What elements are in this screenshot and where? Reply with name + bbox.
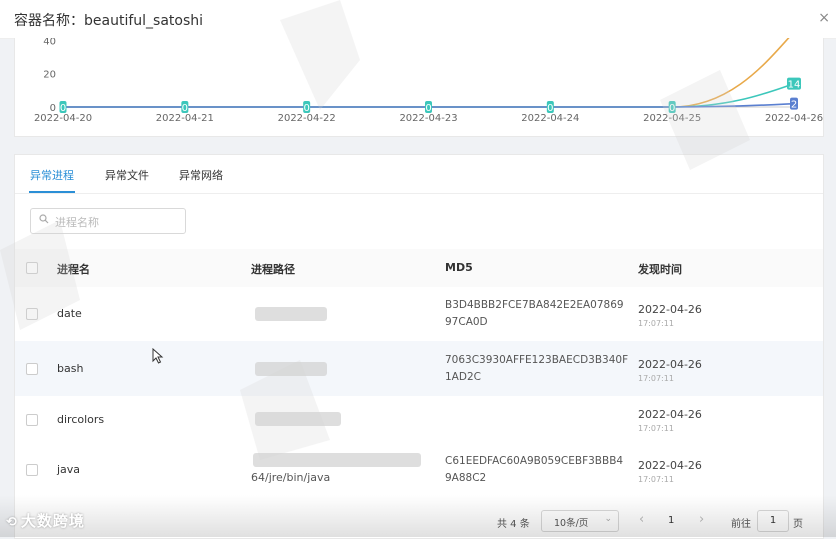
point-label: 0 xyxy=(303,103,309,114)
tab-abnormal-network[interactable]: 异常网络 xyxy=(179,167,223,183)
point-label: 0 xyxy=(182,103,188,114)
point-label: 0 xyxy=(60,103,66,114)
tab-abnormal-process[interactable]: 异常进程 xyxy=(30,167,74,183)
header-found-time[interactable]: 发现时间 xyxy=(638,261,682,277)
header-process-path[interactable]: 进程路径 xyxy=(251,261,295,277)
table-row[interactable]: date B3D4BBB2FCE7BA842E2EA07869 97CA0D 2… xyxy=(15,287,823,342)
total-count: 共 4 条 xyxy=(497,519,530,530)
x-tick-label: 2022-04-23 xyxy=(399,113,457,124)
point-label: 2 xyxy=(791,100,797,111)
md5-value: B3D4BBB2FCE7BA842E2EA07869 97CA0D xyxy=(445,299,624,328)
goto-suffix: 页 xyxy=(793,519,803,530)
redacted-path xyxy=(255,307,327,321)
redacted-path xyxy=(255,362,327,376)
select-all-checkbox[interactable] xyxy=(26,262,38,274)
md5-value: C61EEDFAC60A9B059CEBF3BBB4 9A88C2 xyxy=(445,455,624,484)
table-header: 进程名 进程路径 MD5 发现时间 xyxy=(15,249,823,288)
anomaly-panel: 异常进程 异常文件 异常网络 进程名 进程路径 MD5 发现时间 date B3… xyxy=(14,154,824,539)
redacted-path xyxy=(253,453,421,467)
found-time: 17:07:11 xyxy=(638,424,674,433)
brand-name: 大数跨境 xyxy=(20,512,85,530)
table-row[interactable]: java 64/jre/bin/java C61EEDFAC60A9B059CE… xyxy=(15,443,823,497)
dialog-header: 容器名称：beautiful_satoshi × xyxy=(0,0,836,39)
process-name: dircolors xyxy=(57,413,105,426)
point-label: 0 xyxy=(669,103,675,114)
x-tick-label: 2022-04-22 xyxy=(278,113,336,124)
page-number[interactable]: 1 xyxy=(668,515,674,537)
redacted-path xyxy=(255,412,341,426)
process-name: date xyxy=(57,307,82,320)
search-input[interactable] xyxy=(53,212,182,232)
y-tick-label: 20 xyxy=(43,70,56,81)
process-name: bash xyxy=(57,362,84,375)
process-name: java xyxy=(57,463,81,476)
header-process-name[interactable]: 进程名 xyxy=(57,261,90,277)
row-checkbox[interactable] xyxy=(26,464,38,476)
series-line xyxy=(63,38,790,108)
x-tick-label: 2022-04-26 xyxy=(765,113,823,124)
found-date: 2022-04-26 xyxy=(638,303,702,316)
dialog-title: 容器名称：beautiful_satoshi xyxy=(14,13,204,29)
prev-page-icon[interactable]: ‹ xyxy=(639,512,644,534)
row-checkbox[interactable] xyxy=(26,363,38,375)
table-row[interactable]: bash 7063C3930AFFE123BAECD3B340F 1AD2C 2… xyxy=(15,341,823,397)
search-box xyxy=(30,208,186,234)
header-md5[interactable]: MD5 xyxy=(445,261,473,274)
found-date: 2022-04-26 xyxy=(638,459,702,472)
row-checkbox[interactable] xyxy=(26,414,38,426)
point-label: 0 xyxy=(547,103,553,114)
found-time: 17:07:11 xyxy=(638,374,674,383)
x-tick-label: 2022-04-21 xyxy=(156,113,214,124)
chevron-down-icon: ⌄ xyxy=(604,514,612,524)
table-row[interactable]: dircolors 2022-04-26 17:07:11 xyxy=(15,396,823,444)
found-date: 2022-04-26 xyxy=(638,408,702,421)
goto-label: 前往 xyxy=(731,519,751,530)
brand-logo-icon: ⟲ xyxy=(6,515,18,530)
mouse-cursor-icon xyxy=(152,348,164,364)
row-checkbox[interactable] xyxy=(26,308,38,320)
process-path: 64/jre/bin/java xyxy=(251,471,331,484)
page-size-value: 10条/页 xyxy=(554,518,589,529)
point-label: 0 xyxy=(425,103,431,114)
trend-chart: 020402022-04-20 2022-04-21 2022-04-22 2022-… xyxy=(34,38,823,124)
tab-abnormal-file[interactable]: 异常文件 xyxy=(105,167,149,183)
point-label: 14 xyxy=(788,80,801,91)
active-tab-indicator xyxy=(29,191,75,193)
search-icon xyxy=(39,214,49,224)
found-date: 2022-04-26 xyxy=(638,358,702,371)
found-time: 17:07:11 xyxy=(638,475,674,484)
md5-value: 7063C3930AFFE123BAECD3B340F 1AD2C xyxy=(445,354,629,383)
found-time: 17:07:11 xyxy=(638,319,674,328)
trend-chart-card: 0 20 40 2022-04-20 2022-04-21 2022-04-22 2022-… xyxy=(14,38,824,137)
tab-bar: 异常进程 异常文件 异常网络 xyxy=(15,155,823,194)
page-size-select[interactable]: 10条/页 ⌄ xyxy=(541,510,619,532)
y-tick-label: 40 xyxy=(43,38,56,47)
brand-watermark: ⟲ 大数跨境 xyxy=(6,510,85,531)
x-tick-label: 2022-04-25 xyxy=(643,113,701,124)
next-page-icon[interactable]: › xyxy=(699,512,704,534)
close-icon[interactable]: × xyxy=(818,10,830,26)
x-tick-label: 2022-04-20 xyxy=(34,113,92,124)
goto-page-input[interactable]: 1 xyxy=(757,510,789,532)
x-tick-label: 2022-04-24 xyxy=(521,113,579,124)
